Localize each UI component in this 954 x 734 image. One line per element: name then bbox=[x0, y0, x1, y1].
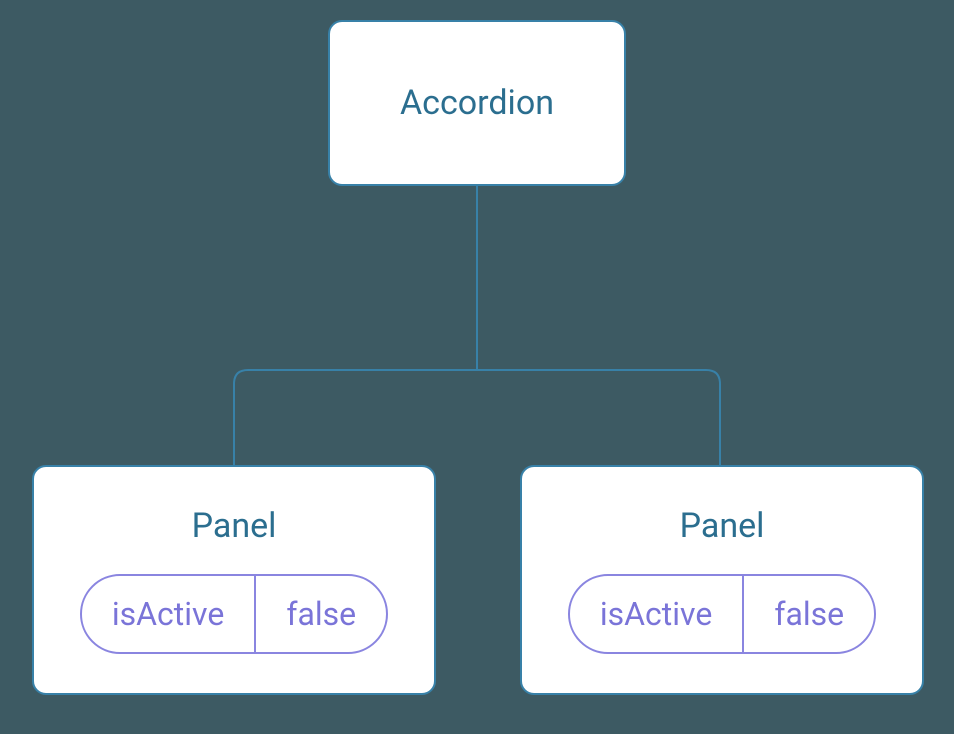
prop-key: isActive bbox=[82, 576, 256, 652]
prop-pill: isActive false bbox=[568, 574, 876, 654]
prop-value: false bbox=[256, 576, 386, 652]
root-node-accordion: Accordion bbox=[328, 20, 626, 186]
prop-pill: isActive false bbox=[80, 574, 388, 654]
child-node-panel-left: Panel isActive false bbox=[32, 465, 436, 695]
child-node-label: Panel bbox=[192, 506, 277, 546]
child-node-label: Panel bbox=[680, 506, 765, 546]
root-node-label: Accordion bbox=[400, 83, 554, 123]
prop-key: isActive bbox=[570, 576, 744, 652]
child-node-panel-right: Panel isActive false bbox=[520, 465, 924, 695]
prop-value: false bbox=[744, 576, 874, 652]
